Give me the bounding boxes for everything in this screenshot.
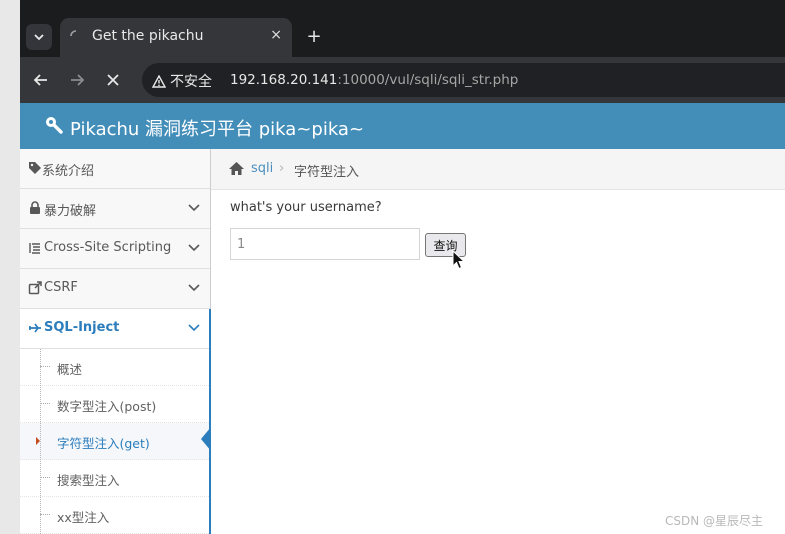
home-icon[interactable] [228,161,245,176]
sidebar-item-label: Cross-Site Scripting [44,240,172,255]
current-page-pointer [201,427,211,451]
sidebar-subitem-search-injection[interactable]: 搜索型注入 [20,460,209,497]
tab-close-icon[interactable]: × [270,27,282,43]
url-path: :10000/vul/sqli/sqli_str.php [337,72,519,88]
sidebar-item-csrf[interactable]: CSRF [20,269,210,309]
sidebar-subitem-xx-injection[interactable]: xx型注入 [20,497,209,534]
sidebar-item-label: 暴力破解 [44,204,97,219]
lock-icon [30,201,40,214]
sidebar-subitem-numeric-injection[interactable]: 数字型注入(post) [20,386,209,423]
sidebar-item-label: 系统介绍 [42,164,95,179]
tree-guide-line [40,349,41,534]
sidebar-item-xss[interactable]: Cross-Site Scripting [20,229,210,269]
sidebar-subitem-label: 概述 [57,362,83,377]
chevron-down-icon [188,324,200,332]
close-icon [107,74,119,86]
breadcrumb-separator: › [279,161,285,176]
security-label: 不安全 [170,74,212,90]
watermark-text: CSDN @星辰尽主 [665,514,764,528]
breadcrumb-link-sqli[interactable]: sqli [251,161,273,176]
tab-title: Get the pikachu [92,28,204,44]
breadcrumb: sqli › 字符型注入 [211,149,785,190]
sidebar-subitem-label: 搜索型注入 [57,473,120,488]
stop-loading-button[interactable] [100,67,126,93]
url-text[interactable]: 192.168.20.141:10000/vul/sqli/sqli_str.p… [230,72,518,88]
sidebar-item-label: CSRF [44,280,78,295]
site-title[interactable]: Pikachu 漏洞练习平台 pika~pika~ [70,115,364,141]
sidebar-item-intro[interactable]: 系统介绍 [20,149,210,189]
sidebar-subitem-overview[interactable]: 概述 [20,349,209,386]
desktop-edge [0,0,21,534]
breadcrumb-current: 字符型注入 [294,165,360,180]
url-host: 192.168.20.141 [230,72,338,88]
sidebar-subitem-label: 数字型注入(post) [57,399,157,414]
sidebar-item-sql-inject[interactable]: SQL-Inject [20,309,210,349]
forward-button[interactable] [64,67,90,93]
address-bar[interactable]: 不安全 192.168.20.141:10000/vul/sqli/sqli_s… [142,63,785,97]
loading-spinner-icon [70,30,77,37]
tab-search-button[interactable] [26,24,52,50]
back-button[interactable] [28,67,54,93]
active-section-bar [209,309,211,534]
plane-icon [29,323,41,333]
chevron-down-icon [188,284,200,292]
sidebar-subitem-label: xx型注入 [57,510,110,525]
back-arrow-icon [33,74,47,86]
list-icon [29,243,40,254]
browser-toolbar: 不安全 192.168.20.141:10000/vul/sqli/sqli_s… [20,57,785,103]
forward-arrow-icon [71,74,85,86]
new-tab-button[interactable]: + [303,25,325,47]
security-indicator[interactable]: 不安全 [152,71,212,91]
sidebar-item-bruteforce[interactable]: 暴力破解 [20,189,210,229]
tab-strip: Get the pikachu × + [20,0,785,58]
sidebar-subitem-string-injection[interactable]: 字符型注入(get) [20,423,209,460]
sidebar-item-label: SQL-Inject [44,320,120,335]
chevron-down-icon [188,204,200,212]
active-tab[interactable]: Get the pikachu × [60,18,292,58]
sidebar: 系统介绍 暴力破解 Cross-Site Scripting CSRF SQL-… [20,149,211,534]
browser-window: Get the pikachu × + 不安全 192.168.20.141:1… [20,0,785,534]
wrench-icon [46,117,63,134]
site-header: Pikachu 漏洞练习平台 pika~pika~ [20,103,785,149]
sidebar-subitem-label: 字符型注入(get) [57,436,150,451]
username-prompt: what's your username? [230,200,382,215]
warning-triangle-icon [152,74,166,88]
username-input[interactable] [230,228,420,260]
external-link-icon [28,281,42,295]
chevron-down-icon [34,34,44,41]
tags-icon [29,162,41,174]
chevron-down-icon [188,244,200,252]
mouse-cursor-icon [452,250,466,270]
